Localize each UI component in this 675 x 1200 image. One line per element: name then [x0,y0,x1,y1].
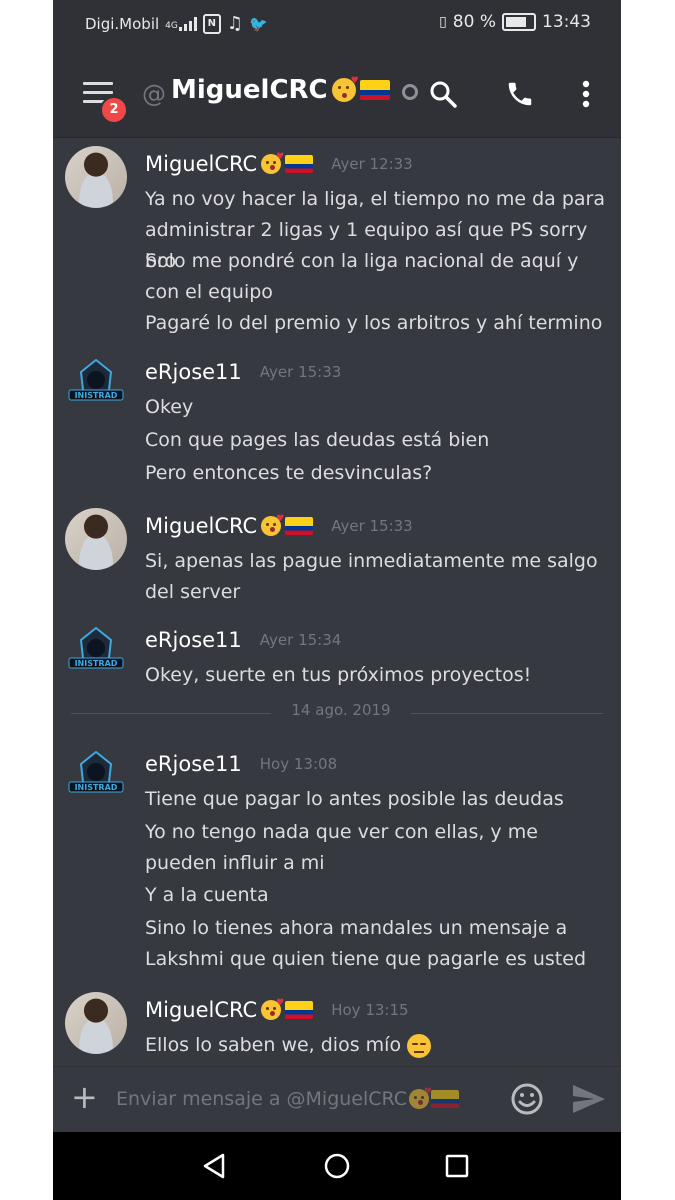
back-icon[interactable] [201,1152,227,1184]
username[interactable]: MiguelCRC [145,998,257,1022]
message-timestamp: Hoy 13:08 [259,755,338,773]
recents-icon[interactable] [445,1154,469,1182]
message-line[interactable]: Okey [145,392,605,423]
phone-screen: Digi.Mobil 4G N ♫ 🐦 ▯ 80 % 13:43 2 @ Mig… [53,0,621,1200]
colombia-flag-icon [431,1090,460,1108]
message-text: Ellos lo saben we, dios mío [145,1034,402,1056]
more-vertical-icon[interactable] [569,77,603,111]
avatar-label: INISTRAD [75,783,118,792]
plus-icon[interactable]: + [71,1081,98,1113]
message-line[interactable]: Si, apenas las pague inmediatamente me s… [145,546,605,608]
message-line[interactable]: Con que pages las deudas está bien [145,425,605,456]
unamused-emoji-icon [407,1033,432,1058]
username[interactable]: eRjose11 [145,752,242,776]
music-icon: ♫ [226,13,243,34]
vibrate-icon: ▯ [439,14,447,30]
message-timestamp: Ayer 15:33 [259,363,342,381]
send-icon[interactable] [571,1083,607,1119]
channel-header: 2 @ MiguelCRC ♥ [53,47,621,138]
date-divider: 14 ago. 2019 [71,701,603,719]
message-timestamp: Ayer 15:33 [331,517,413,535]
username[interactable]: MiguelCRC [145,514,257,538]
message-input-placeholder: Enviar mensaje a @MiguelCRC [116,1088,408,1110]
avatar-label: INISTRAD [75,391,118,400]
kiss-emoji-icon: ♥ [331,76,359,102]
carrier-name: Digi.Mobil [85,14,160,33]
kiss-emoji-icon: ♥ [261,152,284,174]
message-header: eRjose11 Hoy 13:08 [145,752,337,776]
offline-status-icon [401,84,418,100]
channel-title: MiguelCRC ♥ [171,75,418,105]
nfc-icon: N [202,13,221,34]
twitter-icon: 🐦 [249,14,268,33]
date-divider-label: 14 ago. 2019 [291,701,391,719]
colombia-flag-icon [359,80,390,100]
status-right: ▯ 80 % 13:43 [439,12,591,32]
message-line[interactable]: Pero entonces te desvinculas? [145,458,605,489]
message-timestamp: Hoy 13:15 [331,1001,409,1019]
kiss-emoji-icon: ♥ [261,514,284,536]
avatar-erjose[interactable]: INISTRAD [65,622,127,684]
avatar-miguel[interactable] [65,146,127,208]
message-line[interactable]: Solo me pondré con la liga nacional de a… [145,246,605,308]
avatar-miguel[interactable] [65,508,127,570]
channel-name: MiguelCRC [171,75,328,105]
battery-icon [502,13,536,31]
colombia-flag-icon [285,1001,314,1019]
home-icon[interactable] [323,1152,351,1184]
message-line[interactable]: Y a la cuenta [145,880,605,911]
kiss-emoji-icon: ♥ [261,998,284,1020]
colombia-flag-icon [285,517,314,535]
status-bar: Digi.Mobil 4G N ♫ 🐦 ▯ 80 % 13:43 [53,0,621,47]
message-header: eRjose11 Ayer 15:34 [145,628,341,652]
notification-badge: 2 [100,96,128,124]
clock: 13:43 [542,12,591,32]
android-navigation-bar [53,1132,621,1200]
message-header: MiguelCRC ♥ Ayer 12:33 [145,152,413,176]
network-type: 4G [165,20,178,31]
message-composer: + Enviar mensaje a @MiguelCRC ♥ [53,1066,621,1133]
avatar-label: INISTRAD [75,659,118,668]
avatar-erjose[interactable]: INISTRAD [65,746,127,808]
at-symbol: @ [142,80,166,108]
message-line[interactable]: Tiene que pagar lo antes posible las deu… [145,784,605,815]
message-header: MiguelCRC ♥ Hoy 13:15 [145,998,409,1022]
message-timestamp: Ayer 15:34 [259,631,342,649]
message-input[interactable]: Enviar mensaje a @MiguelCRC ♥ [116,1087,460,1110]
signal-icon: 4G [165,16,197,31]
message-header: MiguelCRC ♥ Ayer 15:33 [145,514,413,538]
message-line[interactable]: Ellos lo saben we, dios mío [145,1030,605,1061]
message-line[interactable]: Yo no tengo nada que ver con ellas, y me… [145,817,605,879]
avatar-miguel[interactable] [65,992,127,1054]
username[interactable]: eRjose11 [145,628,242,652]
message-line[interactable]: Pagaré lo del premio y los arbitros y ah… [145,308,605,339]
search-icon[interactable] [426,77,460,111]
username[interactable]: MiguelCRC [145,152,257,176]
message-line[interactable]: Sino lo tienes ahora mandales un mensaje… [145,913,605,975]
message-header: eRjose11 Ayer 15:33 [145,360,341,384]
phone-icon[interactable] [503,77,537,111]
avatar-erjose[interactable]: INISTRAD [65,354,127,416]
message-line[interactable]: Okey, suerte en tus próximos proyectos! [145,660,605,691]
username[interactable]: eRjose11 [145,360,242,384]
status-left: Digi.Mobil 4G N ♫ 🐦 [85,13,268,34]
emoji-picker-icon[interactable] [509,1081,545,1121]
battery-percent: 80 % [452,12,496,32]
message-timestamp: Ayer 12:33 [331,155,413,173]
colombia-flag-icon [285,155,314,173]
kiss-emoji-icon: ♥ [409,1087,432,1109]
